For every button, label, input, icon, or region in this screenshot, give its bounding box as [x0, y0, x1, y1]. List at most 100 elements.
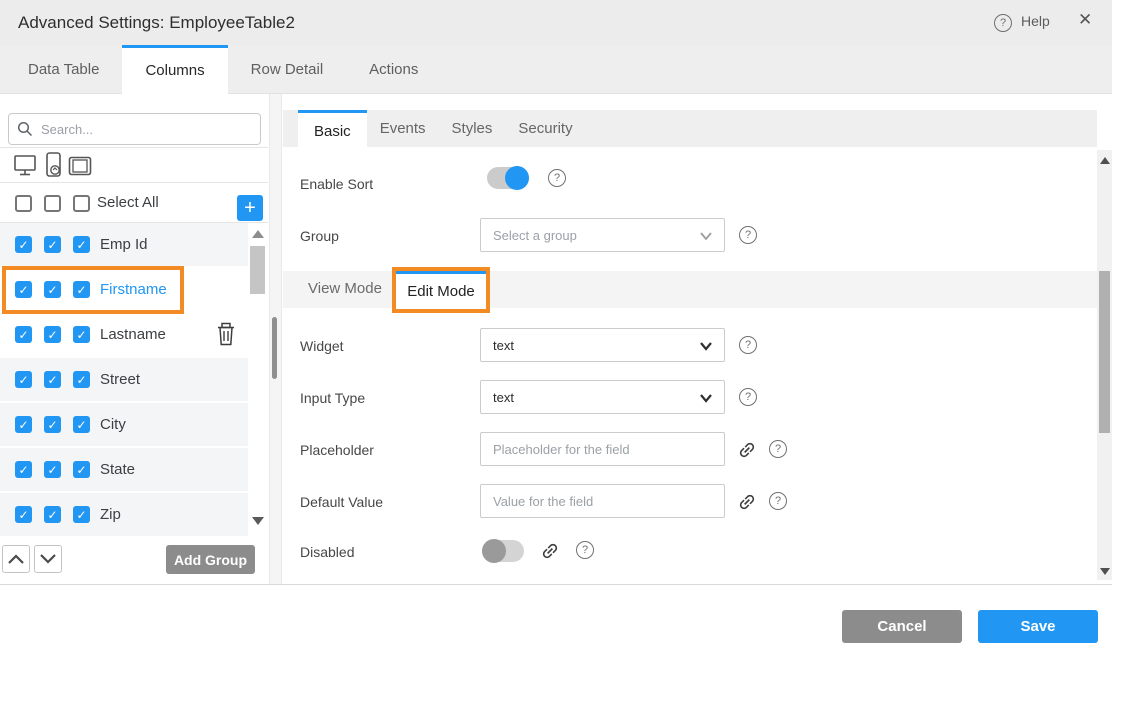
column-label: Lastname: [100, 326, 166, 343]
link-icon[interactable]: [737, 440, 757, 460]
move-column-down-button[interactable]: [34, 545, 62, 573]
cancel-button[interactable]: Cancel: [842, 610, 962, 643]
mobile-checkbox[interactable]: [44, 416, 61, 433]
desktop-checkbox[interactable]: [15, 416, 32, 433]
desktop-checkbox[interactable]: [15, 461, 32, 478]
tab-events[interactable]: Events: [367, 110, 439, 147]
select-all-mobile-checkbox[interactable]: [44, 195, 61, 212]
tab-edit-mode[interactable]: Edit Mode: [396, 271, 486, 309]
help-icon[interactable]: ?: [739, 226, 757, 244]
panel-scrollbar-thumb[interactable]: [1099, 271, 1110, 433]
desktop-checkbox[interactable]: [15, 506, 32, 523]
column-label: Street: [100, 371, 140, 388]
chevron-up-icon: [7, 553, 25, 565]
help-icon[interactable]: ?: [739, 388, 757, 406]
tab-row-detail[interactable]: Row Detail: [228, 45, 347, 93]
help-icon[interactable]: ?: [769, 440, 787, 458]
tab-data-table[interactable]: Data Table: [5, 45, 122, 93]
tablet-checkbox[interactable]: [73, 326, 90, 343]
help-glyph: ?: [745, 229, 751, 241]
help-glyph: ?: [775, 443, 781, 455]
close-icon[interactable]: ✕: [1078, 10, 1092, 30]
list-item-lastname[interactable]: Lastname: [0, 313, 248, 356]
add-column-button[interactable]: +: [237, 195, 263, 221]
input-type-select[interactable]: text: [480, 380, 725, 414]
select-all-desktop-checkbox[interactable]: [15, 195, 32, 212]
list-item-city[interactable]: City: [0, 403, 248, 446]
disabled-toggle[interactable]: [482, 539, 524, 563]
link-icon[interactable]: [540, 541, 560, 561]
mobile-checkbox[interactable]: [44, 281, 61, 298]
placeholder-input[interactable]: [480, 432, 725, 466]
tab-styles[interactable]: Styles: [439, 110, 506, 147]
desktop-checkbox[interactable]: [15, 371, 32, 388]
help-icon[interactable]: ?: [769, 492, 787, 510]
tab-view-mode[interactable]: View Mode: [308, 280, 382, 297]
list-item-street[interactable]: Street: [0, 358, 248, 401]
save-button[interactable]: Save: [978, 610, 1098, 643]
mobile-checkbox[interactable]: [44, 371, 61, 388]
help-icon[interactable]: ?: [994, 14, 1012, 32]
scroll-down-icon[interactable]: [1100, 568, 1110, 575]
mobile-checkbox[interactable]: [44, 461, 61, 478]
column-label: Zip: [100, 506, 121, 523]
list-item-firstname[interactable]: Firstname: [0, 268, 248, 311]
list-item-zip[interactable]: Zip: [0, 493, 248, 536]
select-all-tablet-checkbox[interactable]: [73, 195, 90, 212]
search-input[interactable]: [8, 113, 261, 145]
help-icon[interactable]: ?: [548, 169, 566, 187]
help-button[interactable]: Help: [1021, 13, 1050, 29]
scroll-down-icon[interactable]: [252, 517, 264, 525]
help-glyph: ?: [1000, 17, 1006, 29]
scroll-up-icon[interactable]: [252, 230, 264, 238]
page-title: Advanced Settings: EmployeeTable2: [18, 0, 295, 45]
tab-basic[interactable]: Basic: [298, 110, 367, 154]
help-icon[interactable]: ?: [739, 336, 757, 354]
toggle-knob: [482, 539, 506, 563]
tablet-checkbox[interactable]: [73, 416, 90, 433]
mobile-checkbox[interactable]: [44, 326, 61, 343]
default-value-label: Default Value: [300, 494, 383, 510]
add-group-button[interactable]: Add Group: [166, 545, 255, 574]
enable-sort-label: Enable Sort: [300, 176, 373, 192]
tab-actions[interactable]: Actions: [346, 45, 441, 93]
delete-column-icon[interactable]: [215, 322, 237, 347]
desktop-checkbox[interactable]: [15, 281, 32, 298]
toggle-knob: [505, 166, 529, 190]
default-value-input[interactable]: [480, 484, 725, 518]
desktop-checkbox[interactable]: [15, 236, 32, 253]
plus-icon: +: [244, 198, 256, 218]
dialog-scrollbar-thumb[interactable]: [272, 317, 277, 379]
placeholder-label: Placeholder: [300, 442, 374, 458]
list-scrollbar-thumb[interactable]: [250, 246, 265, 294]
group-select[interactable]: Select a group: [480, 218, 725, 252]
chevron-down-icon: [39, 553, 57, 565]
column-label: Emp Id: [100, 236, 148, 253]
list-item-state[interactable]: State: [0, 448, 248, 491]
tab-columns[interactable]: Columns: [122, 45, 227, 98]
list-item-emp-id[interactable]: Emp Id: [0, 223, 248, 266]
tablet-checkbox[interactable]: [73, 371, 90, 388]
tablet-checkbox[interactable]: [73, 281, 90, 298]
help-glyph: ?: [554, 172, 560, 184]
mobile-icon[interactable]: [44, 151, 63, 179]
move-column-up-button[interactable]: [2, 545, 30, 573]
group-select-value: Select a group: [493, 228, 577, 243]
link-icon[interactable]: [737, 492, 757, 512]
tablet-checkbox[interactable]: [73, 506, 90, 523]
desktop-icon[interactable]: [13, 154, 37, 177]
tablet-icon[interactable]: [68, 156, 92, 176]
help-icon[interactable]: ?: [576, 541, 594, 559]
tablet-checkbox[interactable]: [73, 461, 90, 478]
input-type-select-value: text: [493, 390, 514, 405]
help-glyph: ?: [745, 391, 751, 403]
enable-sort-toggle[interactable]: [487, 166, 529, 190]
desktop-checkbox[interactable]: [15, 326, 32, 343]
widget-select[interactable]: text: [480, 328, 725, 362]
tablet-checkbox[interactable]: [73, 236, 90, 253]
scroll-up-icon[interactable]: [1100, 157, 1110, 164]
column-label: State: [100, 461, 135, 478]
mobile-checkbox[interactable]: [44, 506, 61, 523]
mobile-checkbox[interactable]: [44, 236, 61, 253]
tab-security[interactable]: Security: [505, 110, 585, 147]
